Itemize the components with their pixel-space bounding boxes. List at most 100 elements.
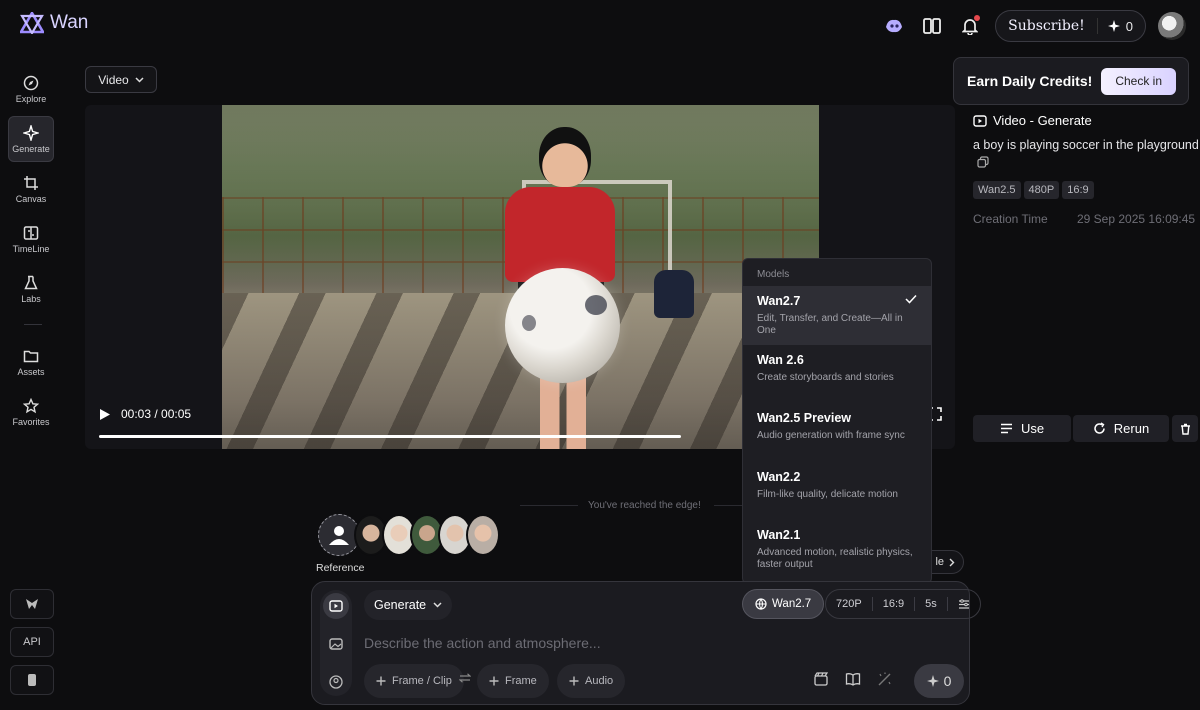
model-select-button[interactable]: Wan2.7: [742, 589, 825, 619]
reference-avatars[interactable]: [318, 514, 500, 556]
sidebar-item-canvas[interactable]: Canvas: [8, 166, 54, 212]
wan-logo-icon: [20, 12, 44, 34]
model-option-wan2-1[interactable]: Wan2.1 Advanced motion, realistic physic…: [743, 520, 931, 579]
audio-label: Audio: [585, 675, 614, 687]
delete-button[interactable]: [1172, 415, 1198, 442]
add-audio-button[interactable]: Audio: [557, 664, 626, 698]
sidebar-divider: [24, 324, 42, 325]
generation-mode-label: Video - Generate: [993, 113, 1092, 128]
model-description: Create storyboards and stories: [757, 371, 894, 383]
sidebar-item-assets[interactable]: Assets: [8, 339, 54, 385]
user-avatar[interactable]: [1158, 12, 1186, 40]
image-mode-button[interactable]: [323, 631, 349, 657]
rerun-label: Rerun: [1113, 421, 1150, 436]
tag-resolution: 480P: [1023, 181, 1060, 199]
trash-icon: [1180, 423, 1190, 435]
chevron-right-icon: [949, 558, 955, 566]
community-button[interactable]: [10, 589, 54, 619]
swap-icon[interactable]: [459, 673, 471, 683]
avatar-mode-button[interactable]: [323, 669, 349, 695]
sidebar-item-label: Generate: [12, 143, 50, 154]
resolution-value: 720P: [836, 598, 862, 610]
generate-mode-select[interactable]: Generate: [364, 590, 453, 620]
book-open-icon[interactable]: [845, 671, 861, 687]
tag-ratio: 16:9: [1062, 181, 1094, 199]
sidebar-item-labs[interactable]: Labs: [8, 266, 54, 312]
model-option-wan2-6[interactable]: Wan 2.6 Create storyboards and stories: [743, 345, 931, 404]
plus-icon: [569, 676, 579, 686]
spark-icon: [1107, 20, 1120, 32]
model-option-wan2-7[interactable]: Wan2.7 Edit, Transfer, and Create—All in…: [743, 286, 931, 345]
add-frame-button[interactable]: Frame: [477, 664, 549, 698]
person-icon: [329, 526, 349, 545]
scene-ball-spot: [585, 295, 607, 315]
use-button[interactable]: Use: [973, 415, 1071, 442]
frame-label: Frame: [505, 675, 537, 687]
play-icon[interactable]: [99, 408, 111, 421]
generation-mode-title: Video - Generate: [973, 113, 1092, 128]
scene-kid-head: [539, 127, 591, 187]
model-name: Wan2.5 Preview: [757, 411, 852, 425]
settings-divider: [914, 597, 916, 611]
plus-icon: [376, 676, 386, 686]
player-time: 00:03 / 00:05: [121, 407, 192, 421]
creation-time-label: Creation Time: [973, 212, 1048, 226]
model-option-wan2-2[interactable]: Wan2.2 Film-like quality, delicate motio…: [743, 462, 931, 521]
subscribe-pill[interactable]: Subscribe! 0: [995, 10, 1146, 42]
video-mode-button[interactable]: [323, 593, 349, 619]
reference-avatar[interactable]: [466, 514, 500, 556]
use-label: Use: [1020, 421, 1045, 436]
book-icon[interactable]: [919, 13, 945, 39]
credits-display[interactable]: 0: [1098, 19, 1145, 34]
content-type-select[interactable]: Video: [85, 66, 157, 93]
notification-bell-icon[interactable]: [957, 13, 983, 39]
generate-button[interactable]: 0: [914, 664, 964, 698]
sidebar-item-label: Canvas: [15, 193, 47, 204]
globe-icon: [755, 598, 767, 610]
generate-cost: 0: [943, 673, 952, 689]
app-name: Wan: [50, 12, 89, 33]
sparkle-icon: [23, 124, 39, 141]
add-frame-clip-button[interactable]: Frame / Clip: [364, 664, 464, 698]
generation-prompt: a boy is playing soccer in the playgroun…: [973, 138, 1199, 152]
flask-icon: [24, 275, 38, 289]
community-icon: [26, 599, 38, 609]
sidebar-item-timeline[interactable]: TimeLine: [8, 216, 54, 262]
sidebar: Explore Generate Canvas TimeLine Labs As…: [8, 66, 58, 439]
mobile-app-button[interactable]: [10, 665, 54, 695]
refresh-icon: [1094, 422, 1105, 434]
scene-backpack: [654, 270, 694, 318]
model-description: Advanced motion, realistic physics, fast…: [757, 547, 913, 570]
magic-wand-icon[interactable]: [877, 671, 893, 687]
scene-ball-spot: [522, 315, 536, 331]
sidebar-item-generate[interactable]: Generate: [8, 116, 54, 162]
prompt-input[interactable]: [364, 632, 944, 654]
chevron-down-icon: [433, 602, 442, 608]
model-option-wan2-5-preview[interactable]: Wan2.5 Preview Audio generation with fra…: [743, 403, 931, 462]
spark-icon: [926, 675, 939, 687]
notification-dot: [974, 15, 981, 21]
model-name: Wan2.7: [757, 294, 801, 308]
player-controls: 00:03 / 00:05: [99, 407, 191, 421]
mascot-icon[interactable]: [881, 13, 907, 39]
models-dropdown: Models Wan2.7 Edit, Transfer, and Create…: [742, 258, 932, 584]
compass-icon: [23, 75, 39, 90]
api-button[interactable]: API: [10, 627, 54, 657]
tag-model: Wan2.5: [973, 181, 1021, 199]
reference-label: Reference: [316, 562, 365, 574]
clapperboard-icon[interactable]: [813, 671, 829, 687]
model-name: Wan 2.6: [757, 352, 804, 367]
player-progress-bar[interactable]: [99, 435, 681, 438]
check-in-button[interactable]: Check in: [1101, 67, 1176, 95]
generation-settings[interactable]: 720P 16:9 5s: [825, 589, 981, 619]
sidebar-item-label: Explore: [15, 93, 47, 104]
folder-icon: [23, 350, 39, 362]
sidebar-item-explore[interactable]: Explore: [8, 66, 54, 112]
brand[interactable]: Wan: [20, 12, 88, 34]
rerun-button[interactable]: Rerun: [1073, 415, 1169, 442]
sidebar-item-favorites[interactable]: Favorites: [8, 389, 54, 435]
model-select-label: Wan2.7: [772, 598, 812, 610]
copy-icon[interactable]: [977, 156, 989, 168]
subscribe-button[interactable]: Subscribe!: [996, 18, 1098, 34]
settings-divider: [946, 597, 948, 611]
